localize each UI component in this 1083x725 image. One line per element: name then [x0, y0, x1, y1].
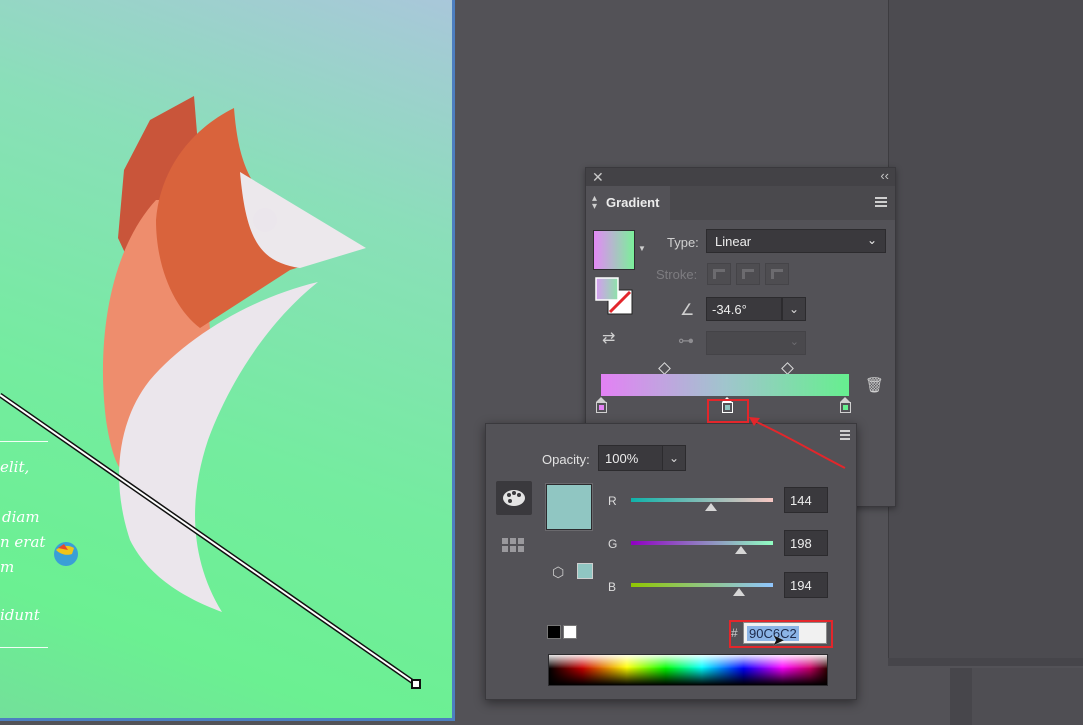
annotation-arrow — [749, 417, 846, 469]
